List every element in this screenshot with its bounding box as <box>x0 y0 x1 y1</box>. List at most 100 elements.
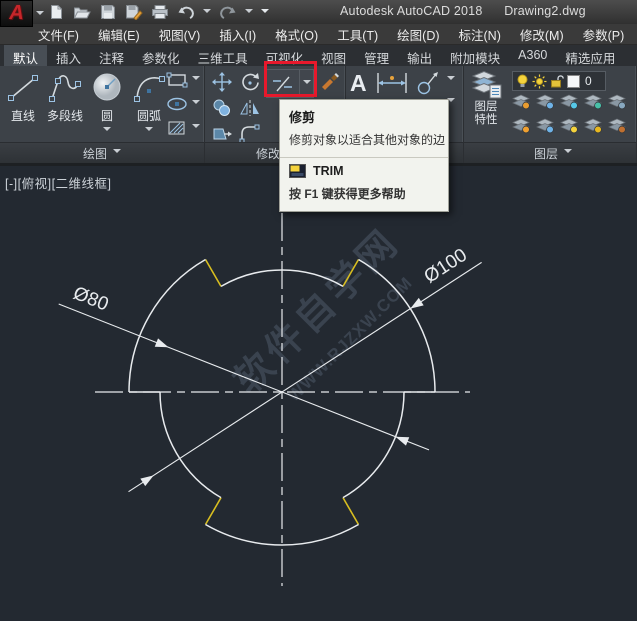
tool-label: 圆 <box>101 107 113 124</box>
mini-layers-icon <box>607 117 627 134</box>
save-button[interactable] <box>98 2 118 22</box>
move-tool-button[interactable] <box>209 70 235 94</box>
hatch-tool-button[interactable] <box>166 118 200 138</box>
viewport-controls-button[interactable]: [-] <box>5 177 18 191</box>
new-file-button[interactable] <box>46 2 66 22</box>
dimension-arrow <box>396 437 410 446</box>
chevron-down-icon <box>564 149 572 157</box>
layer-thaw-sun-icon <box>532 74 547 89</box>
dimension-tool-button[interactable] <box>375 70 409 99</box>
rotate-icon <box>239 71 261 93</box>
menu-parametric[interactable]: 参数(P) <box>583 25 625 44</box>
chevron-down-icon <box>303 80 311 88</box>
tab-parametric[interactable]: 参数化 <box>133 45 189 66</box>
layer-properties-button[interactable]: 图层特性 <box>468 69 504 127</box>
circle-icon <box>89 71 125 105</box>
tab-output[interactable]: 输出 <box>398 45 441 66</box>
redo-button[interactable] <box>218 2 238 22</box>
erase-tool-button[interactable] <box>317 69 343 93</box>
chevron-down-icon <box>145 127 153 135</box>
trim-command-icon <box>289 164 306 178</box>
window-title: Autodesk AutoCAD 2018 Drawing2.dwg <box>340 4 586 18</box>
polyline-tool-button[interactable]: 多段线 <box>44 68 86 142</box>
line-tool-button[interactable]: 直线 <box>2 68 44 142</box>
layer-properties-icon <box>470 69 502 99</box>
chevron-down-icon <box>192 100 200 108</box>
dimension-text: Ø100 <box>421 245 471 288</box>
tab-home[interactable]: 默认 <box>4 45 47 66</box>
plot-button[interactable] <box>150 2 170 22</box>
tool-label: 多段线 <box>47 107 83 124</box>
ellipse-tool-button[interactable] <box>166 94 200 114</box>
mini-layers-icon <box>535 117 555 134</box>
layer-tool-7-button[interactable] <box>534 117 556 137</box>
panel-layers-footer[interactable]: 图层 <box>464 142 636 163</box>
hatch-icon <box>166 120 188 136</box>
menu-file[interactable]: 文件(F) <box>38 25 79 44</box>
circle-tool-button[interactable]: 圆 <box>86 68 128 142</box>
layer-tool-9-button[interactable] <box>582 117 604 137</box>
redo-history-caret[interactable] <box>244 2 254 22</box>
undo-button[interactable] <box>176 2 196 22</box>
application-menu-caret[interactable] <box>36 11 44 19</box>
trim-flyout-caret[interactable] <box>299 70 313 97</box>
layer-tool-4-button[interactable] <box>582 93 604 113</box>
tooltip-command: TRIM <box>313 164 344 178</box>
layer-tool-2-button[interactable] <box>534 93 556 113</box>
tab-annotate[interactable]: 注释 <box>90 45 133 66</box>
menu-draw[interactable]: 绘图(D) <box>397 25 439 44</box>
layer-tool-3-button[interactable] <box>558 93 580 113</box>
application-menu-button[interactable]: A <box>0 0 33 27</box>
mini-layers-icon <box>511 117 531 134</box>
tab-3d-tools[interactable]: 三维工具 <box>189 45 257 66</box>
viewport-view-button[interactable]: [俯视] <box>18 177 52 191</box>
menu-modify[interactable]: 修改(M) <box>520 25 564 44</box>
panel-draw-footer[interactable]: 绘图 <box>0 142 204 163</box>
undo-history-caret[interactable] <box>202 2 212 22</box>
text-tool-button[interactable]: A <box>350 70 367 96</box>
document-title: Drawing2.dwg <box>504 4 586 18</box>
chevron-down-icon[interactable] <box>447 76 455 84</box>
viewport-style-button[interactable]: [二维线框] <box>52 177 112 191</box>
customize-qat-button[interactable] <box>260 2 270 22</box>
save-as-button[interactable] <box>124 2 144 22</box>
layer-tool-1-button[interactable] <box>510 93 532 113</box>
layer-state-dropdown[interactable]: 0 <box>512 71 606 91</box>
tab-manage[interactable]: 管理 <box>355 45 398 66</box>
menu-view[interactable]: 视图(V) <box>159 25 201 44</box>
mini-layers-icon <box>511 93 531 110</box>
toolbar-options-icon <box>261 9 269 17</box>
tooltip-description: 修剪对象以适合其他对象的边 <box>280 129 448 157</box>
menu-edit[interactable]: 编辑(E) <box>98 25 140 44</box>
open-file-button[interactable] <box>72 2 92 22</box>
leader-tool-button[interactable] <box>417 70 439 99</box>
tab-view[interactable]: 视图 <box>312 45 355 66</box>
drawing-area[interactable]: [-][俯视][二维线框] 软件自学网WWW.RJZXW.COMØ100Ø80 <box>0 169 637 621</box>
erase-brush-icon <box>319 70 341 92</box>
trim-tool-button[interactable] <box>266 69 314 98</box>
layer-tool-6-button[interactable] <box>510 117 532 137</box>
rectangle-icon <box>166 72 188 88</box>
tab-featured-apps[interactable]: 精选应用 <box>556 45 624 66</box>
layer-tool-10-button[interactable] <box>606 117 628 137</box>
menu-insert[interactable]: 插入(I) <box>219 25 256 44</box>
tab-visualize[interactable]: 可视化 <box>257 45 313 66</box>
arc-tool-button[interactable]: 圆弧 <box>128 68 170 142</box>
chevron-down-icon <box>192 124 200 132</box>
outer-circle-arc <box>129 259 206 392</box>
tab-insert[interactable]: 插入 <box>47 45 90 66</box>
tab-a360[interactable]: A360 <box>509 45 556 66</box>
layer-tool-8-button[interactable] <box>558 117 580 137</box>
copy-tool-button[interactable] <box>209 96 235 120</box>
menu-format[interactable]: 格式(O) <box>275 25 318 44</box>
rectangle-tool-button[interactable] <box>166 70 200 90</box>
layer-unlock-icon <box>550 74 564 88</box>
layer-tool-5-button[interactable] <box>606 93 628 113</box>
menu-dimension[interactable]: 标注(N) <box>459 25 501 44</box>
mini-layers-icon <box>535 93 555 110</box>
quick-access-toolbar <box>46 2 270 22</box>
rotate-tool-button[interactable] <box>237 70 263 94</box>
menu-tools[interactable]: 工具(T) <box>337 25 378 44</box>
tab-add-ins[interactable]: 附加模块 <box>441 45 509 66</box>
mirror-tool-button[interactable] <box>237 96 263 120</box>
